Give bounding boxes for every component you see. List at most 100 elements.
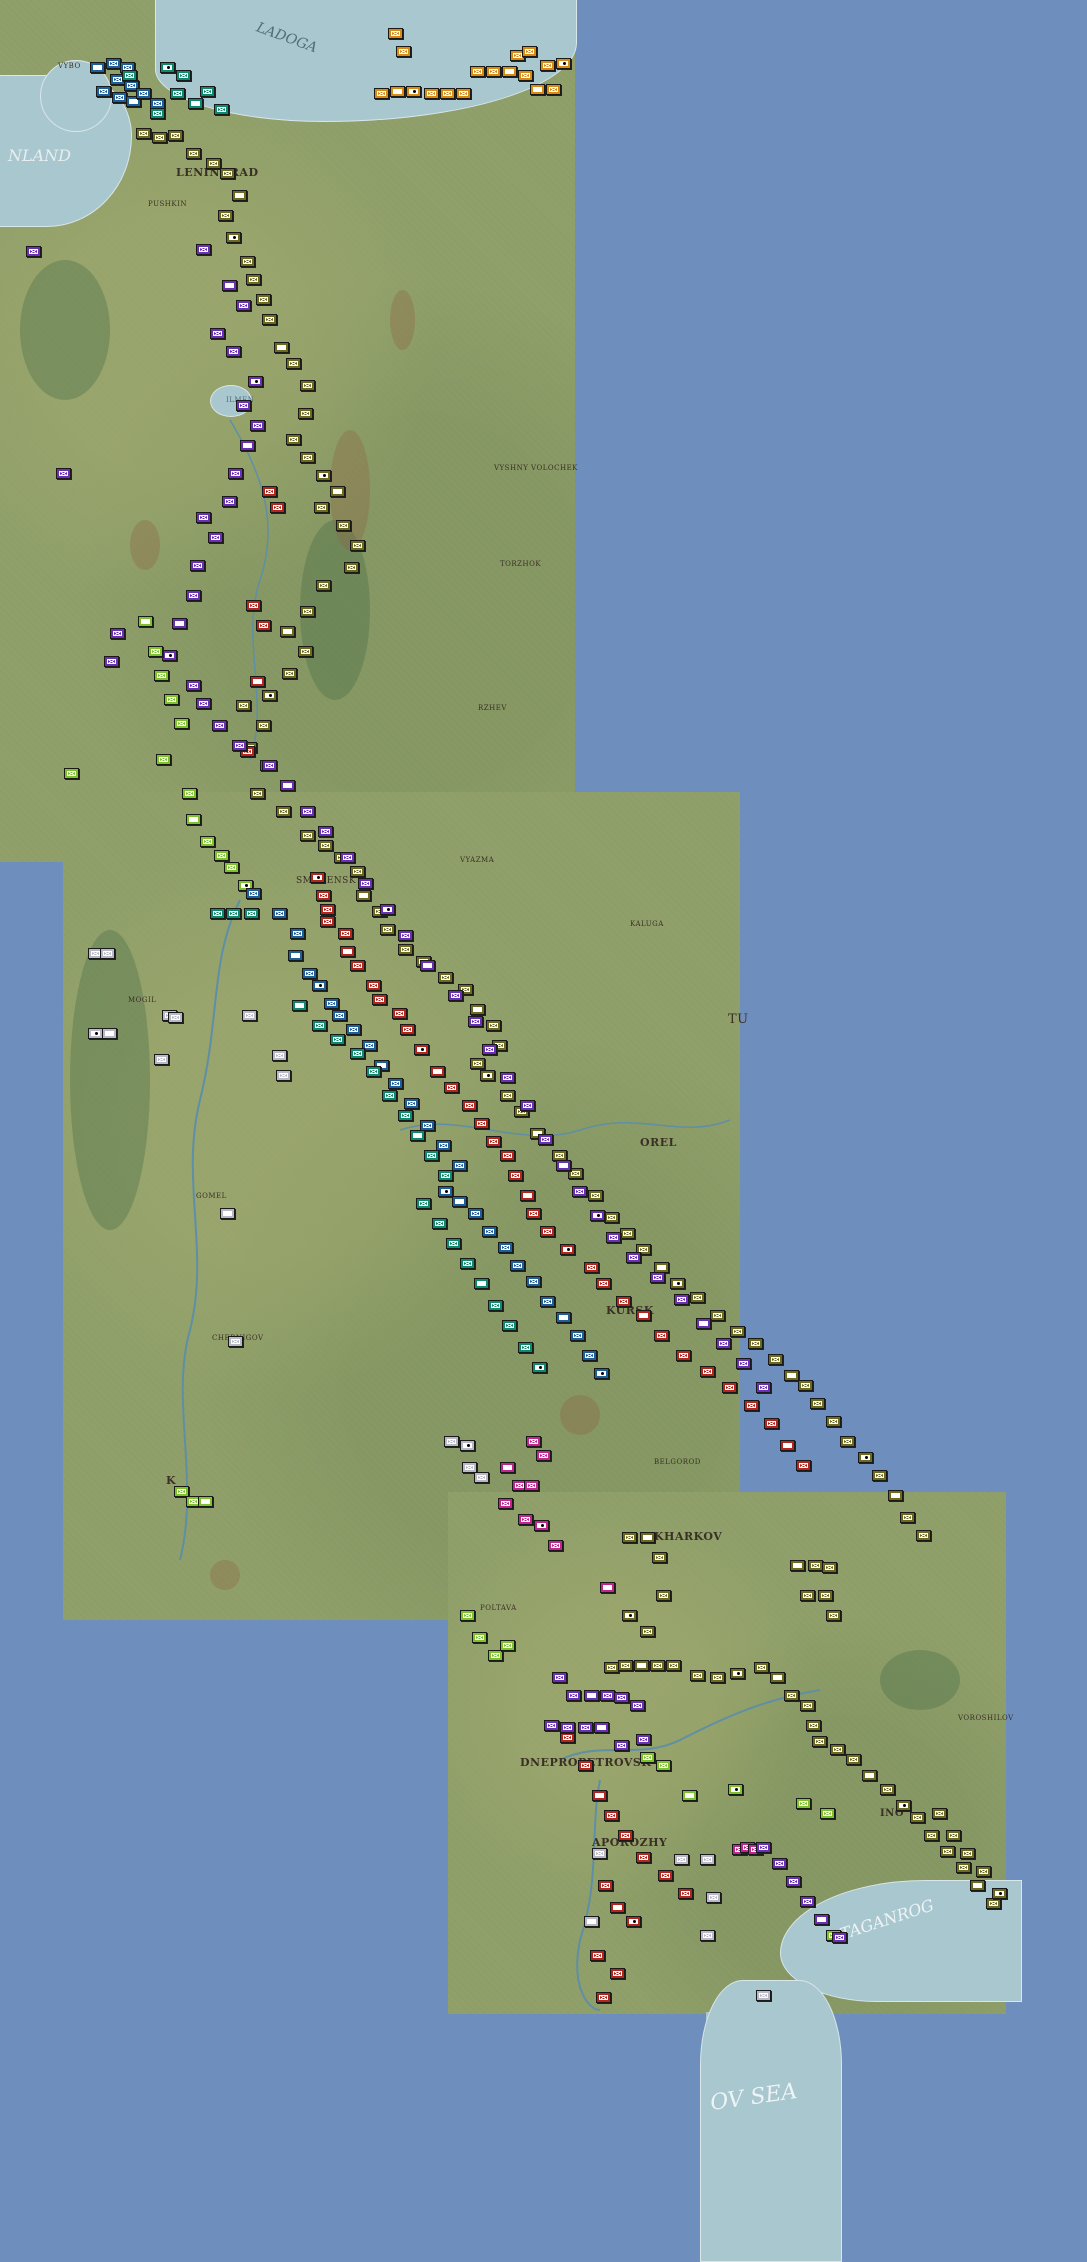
unit-counter[interactable] [262, 486, 277, 497]
unit-counter[interactable] [508, 1170, 523, 1181]
unit-counter[interactable] [250, 676, 265, 687]
unit-counter[interactable] [446, 1238, 461, 1249]
unit-counter[interactable] [784, 1370, 799, 1381]
unit-counter[interactable] [572, 1186, 587, 1197]
unit-counter[interactable] [518, 70, 533, 81]
city-vyborg[interactable]: VYBO [58, 62, 81, 70]
unit-counter[interactable] [460, 1258, 475, 1269]
unit-counter[interactable] [246, 600, 261, 611]
unit-counter[interactable] [596, 1278, 611, 1289]
unit-counter[interactable] [410, 1130, 425, 1141]
unit-counter[interactable] [300, 452, 315, 463]
unit-counter[interactable] [228, 468, 243, 479]
unit-counter[interactable] [206, 158, 221, 169]
unit-counter[interactable] [64, 768, 79, 779]
unit-counter[interactable] [96, 86, 111, 97]
unit-counter[interactable] [416, 1198, 431, 1209]
unit-counter[interactable] [324, 998, 339, 1009]
unit-counter[interactable] [940, 1846, 955, 1857]
unit-counter[interactable] [652, 1552, 667, 1563]
unit-counter[interactable] [710, 1310, 725, 1321]
unit-counter[interactable] [256, 294, 271, 305]
city-pushkin[interactable]: PUSHKIN [148, 200, 187, 208]
unit-counter[interactable] [286, 358, 301, 369]
unit-counter[interactable] [196, 698, 211, 709]
unit-counter[interactable] [244, 908, 259, 919]
unit-counter[interactable] [198, 1496, 213, 1507]
unit-counter[interactable] [622, 1532, 637, 1543]
city-rzhev[interactable]: RZHEV [478, 704, 507, 712]
unit-counter[interactable] [186, 814, 201, 825]
unit-counter[interactable] [310, 872, 325, 883]
unit-counter[interactable] [616, 1296, 631, 1307]
unit-counter[interactable] [236, 400, 251, 411]
unit-counter[interactable] [960, 1848, 975, 1859]
unit-counter[interactable] [226, 346, 241, 357]
unit-counter[interactable] [526, 1276, 541, 1287]
unit-counter[interactable] [606, 1232, 621, 1243]
unit-counter[interactable] [136, 88, 151, 99]
unit-counter[interactable] [460, 1610, 475, 1621]
unit-counter[interactable] [102, 1028, 117, 1039]
unit-counter[interactable] [748, 1338, 763, 1349]
unit-counter[interactable] [246, 274, 261, 285]
unit-counter[interactable] [262, 760, 277, 771]
unit-counter[interactable] [956, 1862, 971, 1873]
unit-counter[interactable] [226, 232, 241, 243]
unit-counter[interactable] [604, 1212, 619, 1223]
unit-counter[interactable] [630, 1700, 645, 1711]
unit-counter[interactable] [486, 1136, 501, 1147]
unit-counter[interactable] [610, 1968, 625, 1979]
unit-counter[interactable] [812, 1736, 827, 1747]
unit-counter[interactable] [214, 850, 229, 861]
unit-counter[interactable] [992, 1888, 1007, 1899]
unit-counter[interactable] [424, 88, 439, 99]
unit-counter[interactable] [806, 1720, 821, 1731]
unit-counter[interactable] [248, 376, 263, 387]
unit-counter[interactable] [358, 878, 373, 889]
unit-counter[interactable] [634, 1660, 649, 1671]
unit-counter[interactable] [470, 1004, 485, 1015]
city-orel[interactable]: OREL [640, 1136, 677, 1149]
unit-counter[interactable] [560, 1244, 575, 1255]
unit-counter[interactable] [222, 280, 237, 291]
unit-counter[interactable] [302, 968, 317, 979]
unit-counter[interactable] [626, 1252, 641, 1263]
unit-counter[interactable] [518, 1514, 533, 1525]
unit-counter[interactable] [592, 1848, 607, 1859]
unit-counter[interactable] [430, 1066, 445, 1077]
unit-counter[interactable] [432, 1218, 447, 1229]
unit-counter[interactable] [872, 1470, 887, 1481]
unit-counter[interactable] [420, 960, 435, 971]
unit-counter[interactable] [200, 836, 215, 847]
unit-counter[interactable] [658, 1870, 673, 1881]
unit-counter[interactable] [148, 646, 163, 657]
unit-counter[interactable] [524, 1480, 539, 1491]
unit-counter[interactable] [592, 1790, 607, 1801]
unit-counter[interactable] [578, 1722, 593, 1733]
unit-counter[interactable] [538, 1134, 553, 1145]
unit-counter[interactable] [88, 1028, 103, 1039]
unit-counter[interactable] [188, 98, 203, 109]
unit-counter[interactable] [340, 946, 355, 957]
unit-counter[interactable] [676, 1350, 691, 1361]
unit-counter[interactable] [756, 1990, 771, 2001]
unit-counter[interactable] [530, 84, 545, 95]
unit-counter[interactable] [320, 916, 335, 927]
unit-counter[interactable] [438, 972, 453, 983]
unit-counter[interactable] [526, 1208, 541, 1219]
unit-counter[interactable] [618, 1830, 633, 1841]
unit-counter[interactable] [160, 62, 175, 73]
unit-counter[interactable] [472, 1632, 487, 1643]
unit-counter[interactable] [380, 924, 395, 935]
unit-counter[interactable] [674, 1854, 689, 1865]
unit-counter[interactable] [510, 1260, 525, 1271]
unit-counter[interactable] [728, 1784, 743, 1795]
unit-counter[interactable] [220, 1208, 235, 1219]
unit-counter[interactable] [534, 1520, 549, 1531]
unit-counter[interactable] [350, 960, 365, 971]
unit-counter[interactable] [150, 108, 165, 119]
unit-counter[interactable] [338, 928, 353, 939]
city-vyshny-volochek[interactable]: VYSHNY VOLOCHEK [494, 464, 578, 472]
unit-counter[interactable] [800, 1590, 815, 1601]
